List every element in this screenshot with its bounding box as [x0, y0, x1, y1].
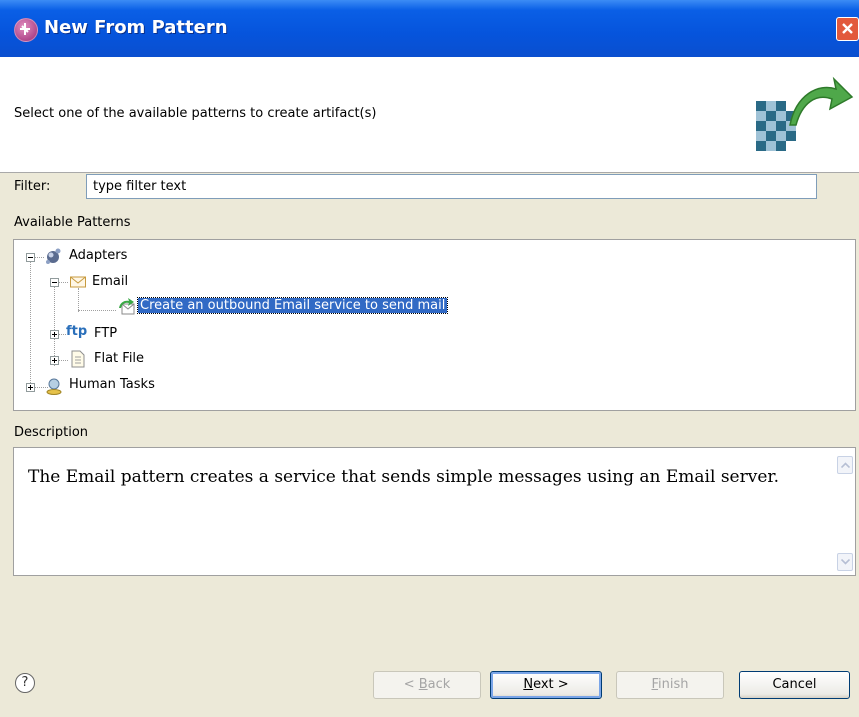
close-icon[interactable]: [836, 17, 859, 41]
tree-item-ftp[interactable]: FTP: [94, 326, 117, 341]
finish-button-label: inish: [658, 677, 689, 692]
filter-input[interactable]: [86, 174, 817, 199]
scroll-down-icon[interactable]: [837, 553, 853, 571]
description-text: The Email pattern creates a service that…: [28, 467, 780, 487]
tree-connector: [78, 310, 116, 311]
filter-label: Filter:: [14, 179, 51, 194]
patterns-tree[interactable]: Adapters Email Create an outbound Email …: [13, 239, 856, 411]
finish-button[interactable]: Finish: [616, 671, 724, 699]
ftp-icon: ftp: [66, 324, 88, 339]
tree-connector: [54, 284, 55, 366]
scroll-up-icon[interactable]: [837, 456, 853, 474]
expand-human-tasks-icon[interactable]: [26, 383, 35, 392]
app-icon: [14, 18, 38, 42]
next-button-mnemonic: N: [523, 677, 534, 692]
banner-message: Select one of the available patterns to …: [14, 106, 377, 121]
back-button[interactable]: < Back: [373, 671, 481, 699]
file-icon: [71, 350, 85, 368]
description-box: The Email pattern creates a service that…: [13, 447, 856, 576]
back-button-prefix: <: [403, 677, 419, 692]
human-tasks-icon: [46, 378, 62, 395]
next-button[interactable]: Next >: [490, 671, 602, 699]
back-button-mnemonic: B: [418, 677, 428, 692]
description-scrollbar[interactable]: [835, 448, 855, 575]
title-bar[interactable]: New From Pattern: [0, 0, 859, 57]
tree-item-email-outbound-pattern[interactable]: Create an outbound Email service to send…: [136, 297, 449, 314]
cancel-button[interactable]: Cancel: [739, 671, 850, 699]
next-button-label: ext >: [533, 677, 569, 692]
tree-connector: [58, 334, 66, 335]
email-icon: [70, 276, 86, 288]
adapters-icon: [46, 248, 61, 264]
help-icon[interactable]: ?: [15, 673, 35, 693]
collapse-adapters-icon[interactable]: [26, 253, 35, 262]
tree-connector: [78, 288, 79, 312]
wizard-banner-icon: [756, 76, 854, 151]
collapse-email-icon[interactable]: [50, 278, 59, 287]
window-title: New From Pattern: [44, 17, 228, 38]
tree-connector: [34, 257, 44, 258]
tree-connector: [58, 282, 68, 283]
wizard-banner: Select one of the available patterns to …: [0, 57, 859, 173]
tree-connector: [58, 360, 68, 361]
available-patterns-label: Available Patterns: [14, 215, 131, 230]
pattern-icon: [119, 298, 135, 315]
description-label: Description: [14, 425, 89, 440]
tree-item-human-tasks[interactable]: Human Tasks: [69, 377, 155, 392]
tree-item-email[interactable]: Email: [92, 274, 128, 289]
tree-item-adapters[interactable]: Adapters: [69, 248, 127, 263]
tree-item-flat-file[interactable]: Flat File: [94, 351, 144, 366]
new-from-pattern-dialog: New From Pattern Select one of the avail…: [0, 0, 859, 717]
expand-ftp-icon[interactable]: [50, 330, 59, 339]
back-button-label: ack: [427, 677, 451, 692]
expand-flat-file-icon[interactable]: [50, 356, 59, 365]
tree-connector: [30, 262, 31, 387]
